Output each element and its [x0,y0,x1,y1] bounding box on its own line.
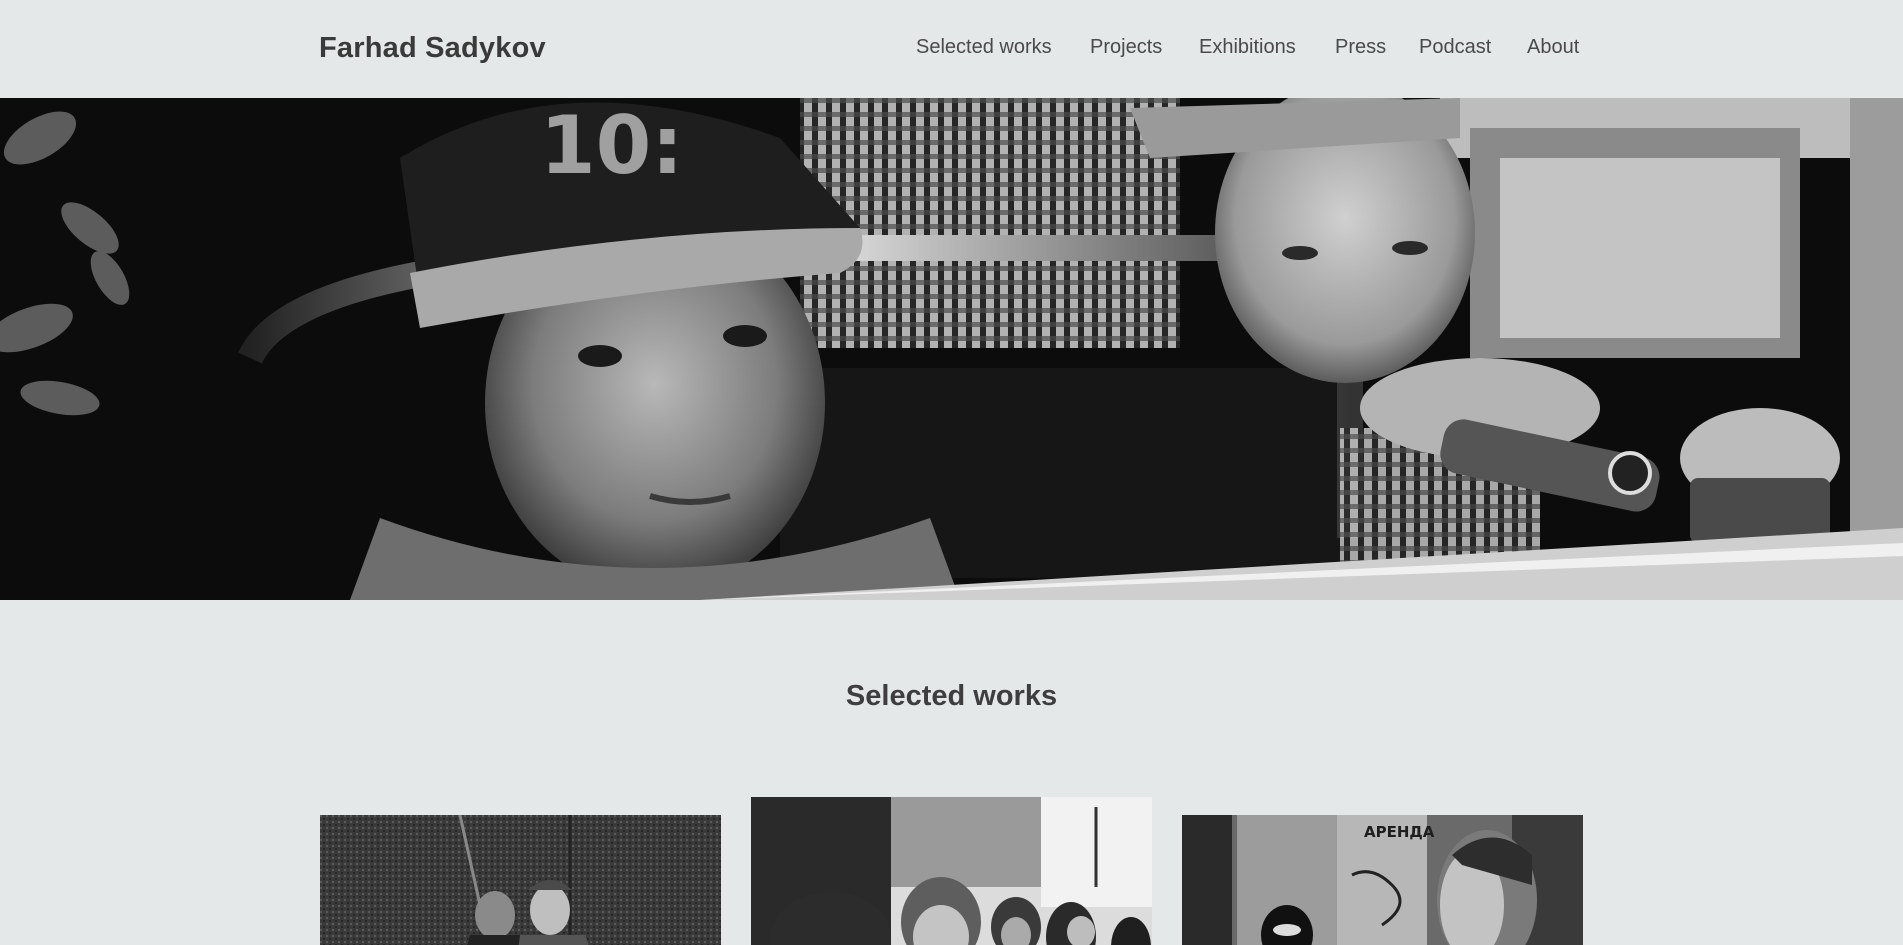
svg-text:10:: 10: [540,99,683,192]
nav-item-exhibitions[interactable]: Exhibitions [1199,36,1296,59]
work-thumbnail-2[interactable] [751,797,1152,945]
selected-works-heading: Selected works [845,680,1058,712]
nav-item-press[interactable]: Press [1335,36,1386,59]
graffiti-text: АРЕНДА [1364,823,1435,841]
main-nav: Selected works Projects Exhibitions Pres… [0,36,1903,66]
work-thumbnail-1[interactable] [320,815,721,945]
hero-image: 10: [0,98,1903,600]
nav-item-selected-works[interactable]: Selected works [916,36,1052,59]
nav-item-about[interactable]: About [1527,36,1579,59]
photo-girl-in-crowd-image [751,797,1152,945]
work-thumbnail-3[interactable]: АРЕНДА [1182,815,1583,945]
nav-item-projects[interactable]: Projects [1090,36,1162,59]
hero-photo: 10: [0,98,1903,600]
nav-item-podcast[interactable]: Podcast [1419,36,1491,59]
photo-man-passing-graffiti-image: АРЕНДА [1182,815,1583,945]
site-header: Farhad Sadykov Selected works Projects E… [0,0,1903,98]
photo-elderly-couple-image [320,815,721,945]
